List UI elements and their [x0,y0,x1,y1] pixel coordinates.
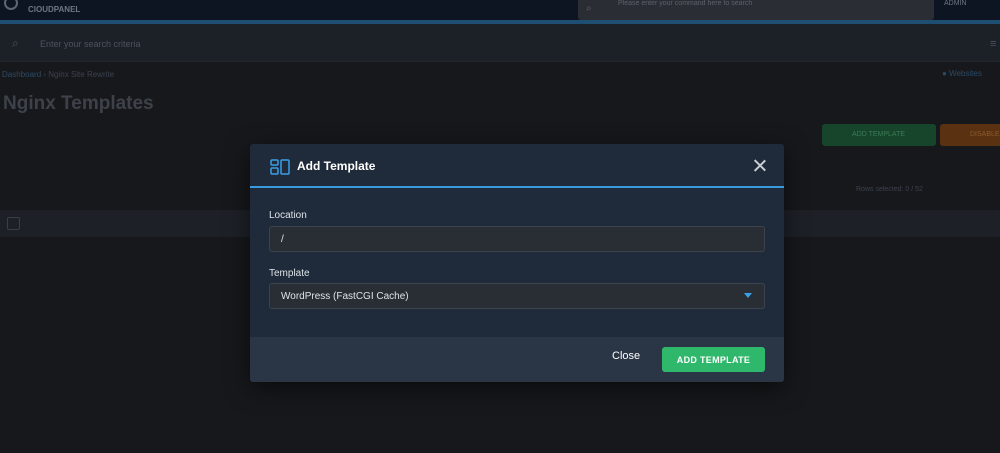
close-button[interactable]: Close [612,350,640,362]
templates-icon [270,159,290,175]
modal-title: Add Template [297,159,376,173]
template-label: Template [269,268,310,279]
modal-footer: Close ADD TEMPLATE [250,337,784,382]
add-template-button[interactable]: ADD TEMPLATE [662,347,765,372]
location-label: Location [269,210,307,221]
chevron-down-icon [744,293,752,298]
add-template-modal: Add Template Location / Template WordPre… [250,144,784,382]
template-select[interactable]: WordPress (FastCGI Cache) [269,283,765,309]
location-input[interactable]: / [269,226,765,252]
close-icon[interactable] [753,159,767,173]
template-select-value: WordPress (FastCGI Cache) [281,291,409,302]
modal-header: Add Template [250,144,784,188]
